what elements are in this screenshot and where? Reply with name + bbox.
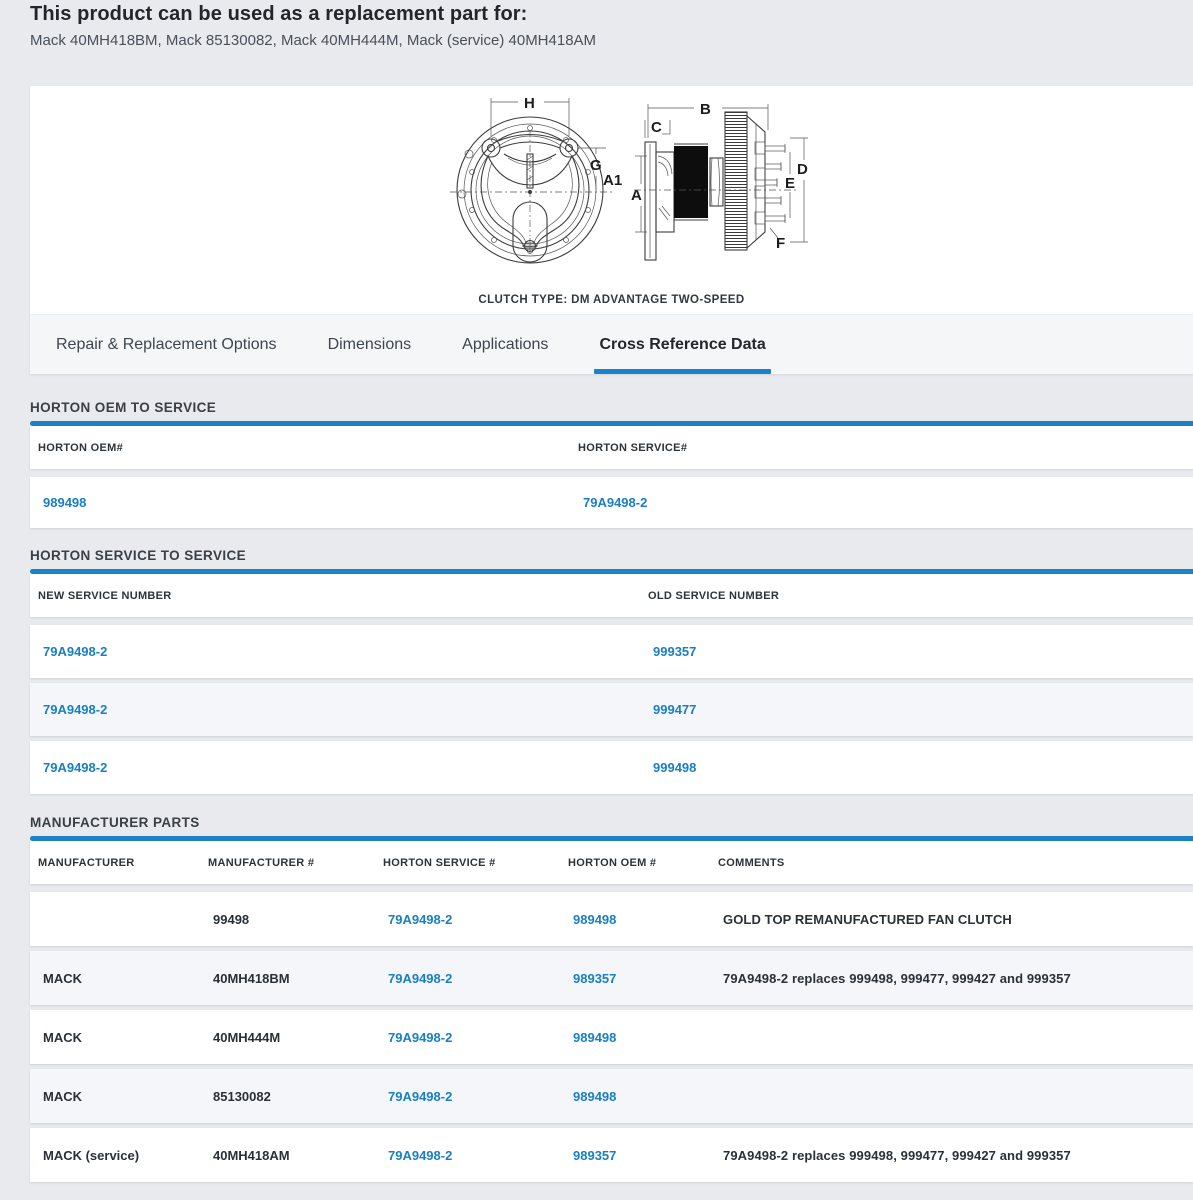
service-to-service-table: NEW SERVICE NUMBER OLD SERVICE NUMBER 79… — [30, 569, 1193, 794]
column-header-old-service-number: OLD SERVICE NUMBER — [640, 590, 1193, 602]
part-link-horton-service[interactable]: 79A9498-2 — [388, 1148, 452, 1163]
part-link-horton-service[interactable]: 79A9498-2 — [388, 912, 452, 927]
tab-applications[interactable]: Applications — [462, 315, 548, 375]
dim-label-h: H — [524, 95, 535, 112]
table-row: 79A9498-2 999357 — [30, 625, 1193, 678]
column-header-horton-oem-number: HORTON OEM # — [560, 857, 710, 869]
table-row: MACK 85130082 79A9498-2 989498 — [30, 1069, 1193, 1123]
table-header-row: MANUFACTURER MANUFACTURER # HORTON SERVI… — [30, 841, 1193, 884]
part-link-old-service[interactable]: 999498 — [653, 760, 696, 775]
column-header-horton-service-number: HORTON SERVICE # — [375, 857, 560, 869]
manufacturer-parts-table: MANUFACTURER MANUFACTURER # HORTON SERVI… — [30, 836, 1193, 1182]
column-header-horton-service: HORTON SERVICE# — [570, 442, 1193, 454]
dim-label-f: F — [776, 235, 785, 252]
part-link-horton-service[interactable]: 79A9498-2 — [388, 1089, 452, 1104]
table-row: 79A9498-2 999498 — [30, 741, 1193, 794]
column-header-new-service-number: NEW SERVICE NUMBER — [30, 590, 640, 602]
oem-to-service-table: HORTON OEM# HORTON SERVICE# 989498 79A94… — [30, 421, 1193, 528]
product-tab-bar: Repair & Replacement Options Dimensions … — [30, 314, 1193, 374]
cell-comments: GOLD TOP REMANUFACTURED FAN CLUTCH — [710, 912, 1193, 927]
product-panel: H G A1 A — [30, 86, 1193, 374]
page-header: This product can be used as a replacemen… — [0, 0, 1193, 50]
table-header-row: NEW SERVICE NUMBER OLD SERVICE NUMBER — [30, 574, 1193, 617]
tab-repair-replacement-options[interactable]: Repair & Replacement Options — [56, 315, 277, 375]
dim-label-a1: A1 — [603, 172, 622, 189]
section-heading-manufacturer-parts: MANUFACTURER PARTS — [30, 816, 1193, 830]
part-link-horton-service[interactable]: 79A9498-2 — [388, 1030, 452, 1045]
part-link-service[interactable]: 79A9498-2 — [583, 495, 647, 510]
dim-label-c: C — [651, 119, 662, 136]
column-header-manufacturer: MANUFACTURER — [30, 857, 200, 869]
part-link-horton-oem[interactable]: 989357 — [573, 1148, 616, 1163]
cell-manufacturer-number: 40MH418AM — [200, 1148, 375, 1163]
tab-cross-reference-data[interactable]: Cross Reference Data — [599, 315, 765, 375]
part-link-horton-oem[interactable]: 989498 — [573, 1030, 616, 1045]
page-title: This product can be used as a replacemen… — [30, 2, 1193, 26]
replacement-parts-list: Mack 40MH418BM, Mack 85130082, Mack 40MH… — [30, 32, 1193, 50]
dim-label-g: G — [590, 157, 602, 174]
table-header-row: HORTON OEM# HORTON SERVICE# — [30, 426, 1193, 469]
part-link-horton-service[interactable]: 79A9498-2 — [388, 971, 452, 986]
part-link-horton-oem[interactable]: 989357 — [573, 971, 616, 986]
part-link-old-service[interactable]: 999357 — [653, 644, 696, 659]
cell-manufacturer-number: 40MH418BM — [200, 971, 375, 986]
table-row: MACK 40MH418BM 79A9498-2 989357 79A9498-… — [30, 951, 1193, 1005]
table-row: 989498 79A9498-2 — [30, 477, 1193, 528]
part-link-new-service[interactable]: 79A9498-2 — [43, 702, 107, 717]
dim-label-e: E — [785, 175, 795, 192]
table-row: MACK 40MH444M 79A9498-2 989498 — [30, 1010, 1193, 1064]
table-row: 79A9498-2 999477 — [30, 683, 1193, 736]
part-link-horton-oem[interactable]: 989498 — [573, 1089, 616, 1104]
table-row: MACK (service) 40MH418AM 79A9498-2 98935… — [30, 1128, 1193, 1182]
cell-manufacturer: MACK — [30, 971, 200, 986]
fan-clutch-technical-drawing-icon: H G A1 A — [438, 90, 823, 272]
part-link-oem[interactable]: 989498 — [43, 495, 86, 510]
section-heading-service-to-service: HORTON SERVICE TO SERVICE — [30, 549, 1193, 563]
cell-manufacturer: MACK — [30, 1030, 200, 1045]
dim-label-b: B — [700, 101, 711, 118]
column-header-manufacturer-number: MANUFACTURER # — [200, 857, 375, 869]
cell-comments: 79A9498-2 replaces 999498, 999477, 99942… — [710, 1148, 1193, 1163]
clutch-diagram-area: H G A1 A — [30, 86, 1193, 314]
cell-comments: 79A9498-2 replaces 999498, 999477, 99942… — [710, 971, 1193, 986]
table-row: 99498 79A9498-2 989498 GOLD TOP REMANUFA… — [30, 892, 1193, 946]
part-link-new-service[interactable]: 79A9498-2 — [43, 760, 107, 775]
section-heading-oem-to-service: HORTON OEM TO SERVICE — [30, 401, 1193, 415]
cell-manufacturer: MACK — [30, 1089, 200, 1104]
part-link-old-service[interactable]: 999477 — [653, 702, 696, 717]
part-link-horton-oem[interactable]: 989498 — [573, 912, 616, 927]
part-link-new-service[interactable]: 79A9498-2 — [43, 644, 107, 659]
dim-label-d: D — [797, 161, 808, 178]
cell-manufacturer-number: 99498 — [200, 912, 375, 927]
cell-manufacturer-number: 40MH444M — [200, 1030, 375, 1045]
tab-dimensions[interactable]: Dimensions — [328, 315, 412, 375]
clutch-type-caption: CLUTCH TYPE: DM ADVANTAGE TWO-SPEED — [30, 294, 1193, 306]
cell-manufacturer-number: 85130082 — [200, 1089, 375, 1104]
column-header-comments: COMMENTS — [710, 857, 1193, 869]
column-header-horton-oem: HORTON OEM# — [30, 442, 570, 454]
cell-manufacturer: MACK (service) — [30, 1148, 200, 1163]
dim-label-a: A — [631, 187, 642, 204]
